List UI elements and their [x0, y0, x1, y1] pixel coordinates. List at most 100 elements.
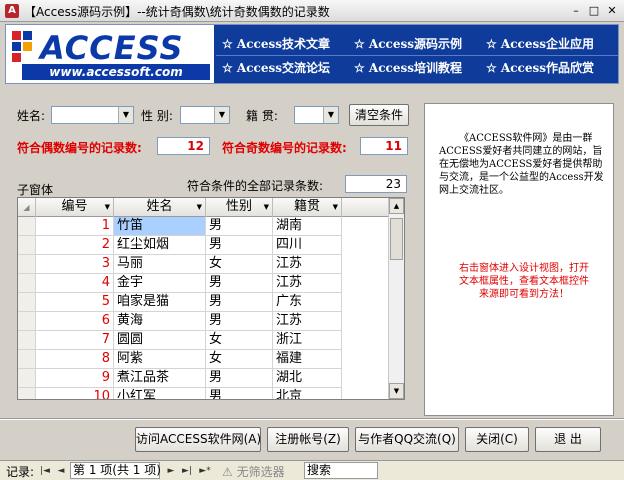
row-selector[interactable] — [18, 274, 36, 293]
cell-gender[interactable]: 男 — [206, 312, 273, 331]
last-record-icon[interactable]: ►| — [180, 464, 194, 478]
nav-link-forum[interactable]: ☆ Access交流论坛 — [222, 59, 330, 76]
previous-record-icon[interactable]: ◄ — [54, 464, 68, 478]
column-header-origin[interactable]: 籍贯 ▼ — [273, 198, 342, 217]
close-icon[interactable]: ✕ — [604, 3, 620, 19]
cell-gender[interactable]: 男 — [206, 217, 273, 236]
new-record-icon[interactable]: ►* — [198, 464, 212, 478]
access-app-icon[interactable]: A — [5, 4, 19, 18]
cell-name[interactable]: 金宇 — [114, 274, 206, 293]
cell-name[interactable]: 马丽 — [114, 255, 206, 274]
row-selector[interactable] — [18, 236, 36, 255]
even-count-value[interactable]: 12 — [157, 137, 210, 155]
cell-name[interactable]: 竹笛 — [114, 217, 206, 236]
row-selector[interactable] — [18, 369, 36, 388]
next-record-icon[interactable]: ► — [164, 464, 178, 478]
nav-link-source-examples[interactable]: ☆ Access源码示例 — [354, 35, 462, 52]
cell-origin[interactable]: 北京 — [273, 388, 342, 399]
maximize-icon[interactable]: □ — [586, 3, 602, 19]
cell-origin[interactable]: 江苏 — [273, 312, 342, 331]
row-selector[interactable] — [18, 293, 36, 312]
qq-contact-button[interactable]: 与作者QQ交流(Q) — [355, 427, 459, 452]
table-row[interactable]: 1 竹笛 男 湖南 — [18, 217, 390, 236]
minimize-icon[interactable]: – — [568, 3, 584, 19]
cell-name[interactable]: 黄海 — [114, 312, 206, 331]
register-account-button[interactable]: 注册帐号(Z) — [267, 427, 349, 452]
cell-name[interactable]: 圆圆 — [114, 331, 206, 350]
cell-origin[interactable]: 湖南 — [273, 217, 342, 236]
cell-id[interactable]: 3 — [36, 255, 114, 274]
cell-name[interactable]: 阿紫 — [114, 350, 206, 369]
scroll-up-icon[interactable]: ▲ — [389, 198, 404, 214]
close-button[interactable]: 关闭(C) — [465, 427, 529, 452]
cell-origin[interactable]: 广东 — [273, 293, 342, 312]
chevron-down-icon[interactable]: ▼ — [214, 107, 229, 123]
cell-origin[interactable]: 江苏 — [273, 255, 342, 274]
select-all-cell[interactable]: ◢ — [18, 198, 36, 217]
cell-id[interactable]: 4 — [36, 274, 114, 293]
subform-datasheet[interactable]: ◢ 编号 ▼ 姓名 ▼ 性别 ▼ 籍贯 ▼ 1 竹笛 男 湖南 2 红尘如烟 男 四川 … — [17, 197, 405, 400]
odd-count-value[interactable]: 11 — [360, 137, 408, 155]
table-row[interactable]: 10 小红军 男 北京 — [18, 388, 390, 399]
cell-gender[interactable]: 女 — [206, 350, 273, 369]
cell-origin[interactable]: 福建 — [273, 350, 342, 369]
row-selector[interactable] — [18, 312, 36, 331]
exit-button[interactable]: 退 出 — [535, 427, 601, 452]
row-selector[interactable] — [18, 217, 36, 236]
cell-id[interactable]: 2 — [36, 236, 114, 255]
column-header-gender[interactable]: 性别 ▼ — [206, 198, 273, 217]
cell-id[interactable]: 9 — [36, 369, 114, 388]
nav-link-training[interactable]: ☆ Access培训教程 — [354, 59, 462, 76]
row-selector[interactable] — [18, 388, 36, 399]
clear-conditions-button[interactable]: 清空条件 — [349, 104, 409, 126]
row-selector[interactable] — [18, 350, 36, 369]
table-row[interactable]: 9 煮江品茶 男 湖北 — [18, 369, 390, 388]
column-header-name[interactable]: 姓名 ▼ — [114, 198, 206, 217]
cell-name[interactable]: 小红军 — [114, 388, 206, 399]
cell-origin[interactable]: 江苏 — [273, 274, 342, 293]
scroll-thumb[interactable] — [390, 218, 403, 260]
cell-id[interactable]: 10 — [36, 388, 114, 399]
gender-combo[interactable]: ▼ — [180, 106, 230, 124]
cell-gender[interactable]: 男 — [206, 293, 273, 312]
cell-id[interactable]: 8 — [36, 350, 114, 369]
cell-origin[interactable]: 浙江 — [273, 331, 342, 350]
table-row[interactable]: 5 咱家是猫 男 广东 — [18, 293, 390, 312]
cell-name[interactable]: 煮江品茶 — [114, 369, 206, 388]
table-row[interactable]: 8 阿紫 女 福建 — [18, 350, 390, 369]
cell-id[interactable]: 1 — [36, 217, 114, 236]
table-row[interactable]: 6 黄海 男 江苏 — [18, 312, 390, 331]
nav-link-enterprise[interactable]: ☆ Access企业应用 — [486, 35, 594, 52]
cell-gender[interactable]: 男 — [206, 369, 273, 388]
name-combo[interactable]: ▼ — [51, 106, 134, 124]
cell-id[interactable]: 5 — [36, 293, 114, 312]
visit-site-button[interactable]: 访问ACCESS软件网(A) — [135, 427, 261, 452]
total-count-value[interactable]: 23 — [345, 175, 407, 193]
cell-gender[interactable]: 男 — [206, 236, 273, 255]
table-row[interactable]: 2 红尘如烟 男 四川 — [18, 236, 390, 255]
cell-name[interactable]: 咱家是猫 — [114, 293, 206, 312]
cell-origin[interactable]: 湖北 — [273, 369, 342, 388]
table-row[interactable]: 3 马丽 女 江苏 — [18, 255, 390, 274]
cell-origin[interactable]: 四川 — [273, 236, 342, 255]
cell-id[interactable]: 7 — [36, 331, 114, 350]
table-row[interactable]: 7 圆圆 女 浙江 — [18, 331, 390, 350]
nav-link-showcase[interactable]: ☆ Access作品欣赏 — [486, 59, 594, 76]
cell-gender[interactable]: 男 — [206, 274, 273, 293]
row-selector[interactable] — [18, 255, 36, 274]
chevron-down-icon[interactable]: ▼ — [118, 107, 133, 123]
cell-name[interactable]: 红尘如烟 — [114, 236, 206, 255]
scroll-down-icon[interactable]: ▼ — [389, 383, 404, 399]
row-selector[interactable] — [18, 331, 36, 350]
cell-gender[interactable]: 女 — [206, 331, 273, 350]
nav-link-tech-articles[interactable]: ☆ Access技术文章 — [222, 35, 330, 52]
vertical-scrollbar[interactable]: ▲ ▼ — [388, 198, 404, 399]
cell-gender[interactable]: 男 — [206, 388, 273, 399]
cell-gender[interactable]: 女 — [206, 255, 273, 274]
search-input[interactable]: 搜索 — [304, 462, 378, 479]
record-position-input[interactable]: 第 1 项(共 1 项) — [70, 462, 161, 479]
chevron-down-icon[interactable]: ▼ — [323, 107, 338, 123]
first-record-icon[interactable]: |◄ — [38, 464, 52, 478]
cell-id[interactable]: 6 — [36, 312, 114, 331]
origin-combo[interactable]: ▼ — [294, 106, 339, 124]
